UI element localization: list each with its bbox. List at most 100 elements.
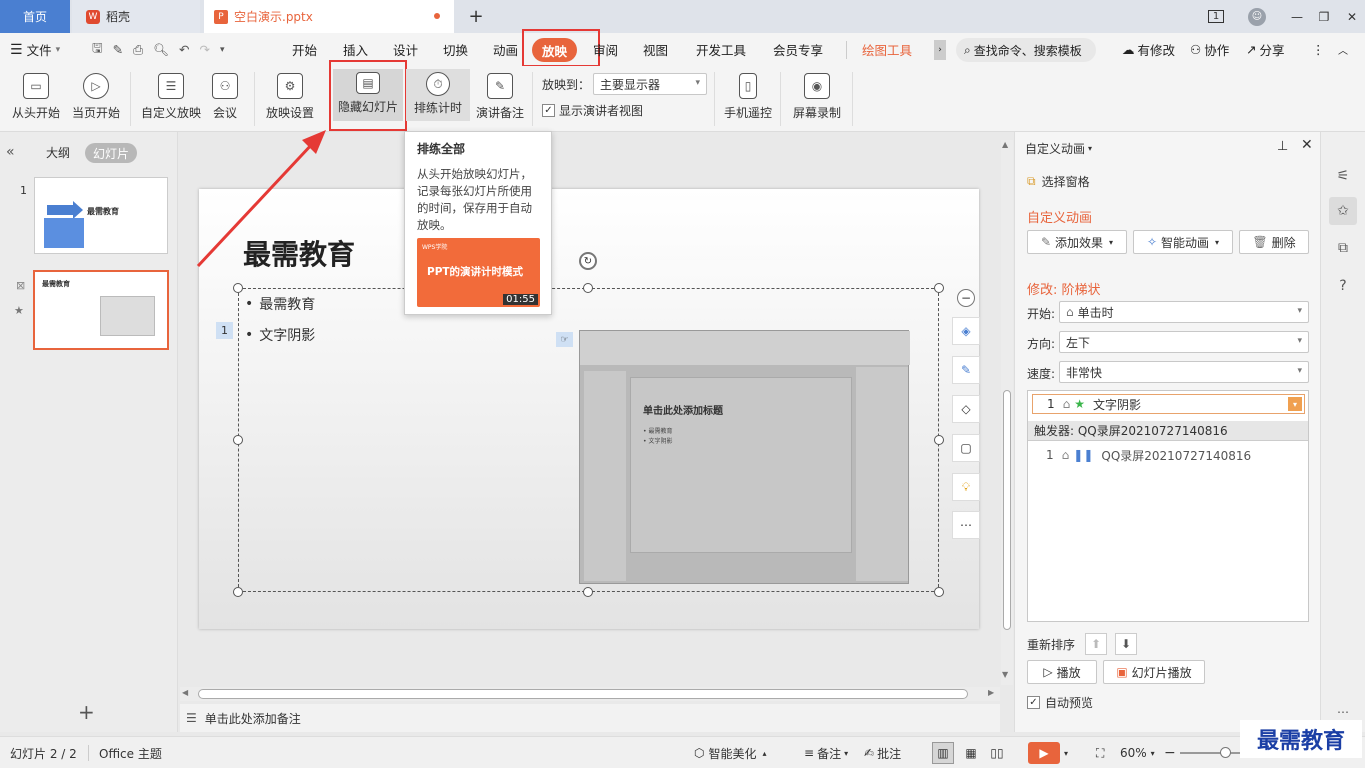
scroll-left-icon[interactable]: ◀ [182,688,188,697]
zoom-select[interactable]: 60% ▾ [1120,737,1155,768]
zoom-slider-thumb[interactable] [1220,747,1231,758]
animation-item[interactable]: 1 ⌂ ★ 文字阴影 ▾ [1032,394,1305,414]
scroll-thumb[interactable] [198,689,968,699]
direction-select[interactable]: 左下 ▾ [1059,331,1309,353]
animation-list[interactable]: 1 ⌂ ★ 文字阴影 ▾ 触发器: QQ录屏20210727140816 1 ⌂… [1027,390,1309,622]
collapse-panel-button[interactable]: « [6,144,15,160]
restore-button[interactable]: ❐ [1312,0,1336,33]
horizontal-scrollbar[interactable]: ◀ ▶ [180,687,1000,701]
chevron-down-icon[interactable]: ▾ [1288,397,1302,411]
custom-show-button[interactable]: ☰ 自定义放映 [141,70,201,121]
slide-thumbnail-2[interactable]: 最需教育 [33,270,169,350]
sorter-view-icon[interactable]: ▦ [960,737,982,768]
tab-transition[interactable]: 切换 [443,33,468,66]
meeting-button[interactable]: ⚇ 会议 [212,70,238,121]
add-effect-button[interactable]: ✎ 添加效果 ▾ [1027,230,1127,254]
pin-icon[interactable]: ⊥ [1277,139,1288,154]
tab-member[interactable]: 会员专享 [773,33,823,66]
notes-button[interactable]: ≡ 备注 ▾ [804,737,848,768]
scroll-down-icon[interactable]: ▼ [1002,670,1008,679]
tab-review[interactable]: 审阅 [593,33,618,66]
tab-wps[interactable]: W 稻壳 [72,0,200,33]
edit-status[interactable]: ☁ 有修改 [1122,33,1175,66]
smart-animation-button[interactable]: ✧ 智能动画 ▾ [1133,230,1233,254]
move-down-icon[interactable]: ⬇ [1115,633,1138,655]
pen-icon[interactable]: ✎ [952,356,980,384]
from-current-button[interactable]: ▷ 当页开始 [72,70,120,121]
window-badge[interactable]: 1 [1205,0,1227,33]
print-preview-icon[interactable]: 🔍︎ [153,42,169,58]
undo-icon[interactable]: ↶ [179,42,189,57]
share-button[interactable]: ↗ 分享 [1246,33,1285,66]
resize-handle[interactable] [233,435,243,445]
resize-handle[interactable] [233,587,243,597]
tab-home[interactable]: 首页 [0,0,70,33]
chevron-down-icon[interactable]: ▾ [1064,737,1068,768]
resize-handle[interactable] [233,283,243,293]
start-select[interactable]: ⌂ 单击时 ▾ [1059,301,1309,323]
redo-icon[interactable]: ↷ [200,42,210,57]
tab-animation[interactable]: 动画 [493,33,518,66]
speed-select[interactable]: 非常快 ▾ [1059,361,1309,383]
presenter-view-checkbox[interactable]: ✓ 显示演讲者视图 [542,100,643,120]
vertical-scrollbar[interactable]: ▲ ▼ [1001,140,1013,685]
new-tab-button[interactable]: + [462,0,490,33]
close-pane-icon[interactable]: ✕ [1301,137,1313,153]
outline-tab[interactable]: 大纲 [46,144,70,161]
animation-order-tag[interactable]: 1 [216,322,233,339]
autopreview-checkbox[interactable]: ✓ 自动预览 [1027,694,1093,711]
from-start-button[interactable]: ▭ 从头开始 [12,70,60,121]
embedded-video[interactable]: 单击此处添加标题 • 最需教育 • 文字阴影 [579,330,910,584]
select-pane-link[interactable]: ⧉ 选择窗格 [1027,173,1090,190]
comments-button[interactable]: ✍ 批注 [864,737,901,768]
collab-button[interactable]: ⚇ 协作 [1190,33,1229,66]
screen-record-button[interactable]: ◉ 屏幕录制 [793,70,841,121]
frame-icon[interactable]: ▢ [952,434,980,462]
slideshow-button[interactable]: ▣ 幻灯片播放 [1103,660,1205,684]
collapse-icon[interactable]: − [957,289,975,307]
play-slideshow-icon[interactable]: ▶ [1028,742,1060,764]
delete-button[interactable]: 🗑︎ 删除 [1239,230,1309,254]
resize-handle[interactable] [583,587,593,597]
speaker-notes-button[interactable]: ✎ 演讲备注 [476,70,524,121]
animation-star-icon[interactable]: ✩ [1329,197,1357,225]
search-box[interactable]: ⌕ 查找命令、搜索模板 [956,38,1096,62]
play-button[interactable]: ▷ 播放 [1027,660,1097,684]
reading-view-icon[interactable]: ▯▯ [986,737,1008,768]
resize-handle[interactable] [934,435,944,445]
close-button[interactable]: ✕ [1340,0,1364,33]
tab-view[interactable]: 视图 [643,33,668,66]
zoom-out-icon[interactable]: − [1164,737,1176,768]
pane-header[interactable]: 自定义动画 ▾ [1025,140,1092,157]
show-settings-button[interactable]: ⚙ 放映设置 [266,70,314,121]
tooltip-thumbnail[interactable]: WPS学院 PPT的演讲计时模式 01:55 [417,238,540,307]
menu-scroll-button[interactable]: › [934,40,946,60]
layers-icon[interactable]: ◈ [952,317,980,345]
collapse-ribbon[interactable]: ︿ [1338,33,1348,66]
idea-icon[interactable]: 💡︎ [952,473,980,501]
more-icon[interactable]: ⋯ [1329,702,1357,722]
bullet-item[interactable]: • 最需教育 [245,294,315,314]
zoom-slider[interactable] [1180,752,1240,754]
tab-drawing-tools[interactable]: 绘图工具 [862,33,912,66]
format-painter-icon[interactable]: ✎ [113,42,123,57]
tab-developer[interactable]: 开发工具 [696,33,746,66]
tab-document[interactable]: P 空白演示.pptx [204,0,454,33]
phone-remote-button[interactable]: ▯ 手机遥控 [724,70,772,121]
minimize-button[interactable]: — [1285,0,1309,33]
bullet-item[interactable]: • 文字阴影 [245,325,315,345]
resize-handle[interactable] [934,283,944,293]
slides-tab[interactable]: 幻灯片 [85,143,138,163]
scroll-right-icon[interactable]: ▶ [988,688,994,697]
user-avatar[interactable]: ☺ [1246,0,1268,33]
fit-window-icon[interactable]: ⛶ [1096,737,1104,768]
more-icon[interactable]: ⋯ [952,511,980,539]
rotate-handle-icon[interactable]: ↻ [579,252,597,270]
rehearse-button[interactable]: ⏱ 排练计时 [406,69,470,121]
trigger-header[interactable]: 触发器: QQ录屏20210727140816 [1028,421,1308,441]
animation-item[interactable]: 1 ⌂ ❚❚ QQ录屏20210727140816 [1046,445,1251,465]
file-menu[interactable]: ☰ 文件 ▾ [10,33,82,66]
theme-name[interactable]: Office 主题 [99,737,162,768]
trigger-icon[interactable]: ☞ [556,332,573,347]
settings-sliders-icon[interactable]: ⚟ [1329,162,1357,190]
